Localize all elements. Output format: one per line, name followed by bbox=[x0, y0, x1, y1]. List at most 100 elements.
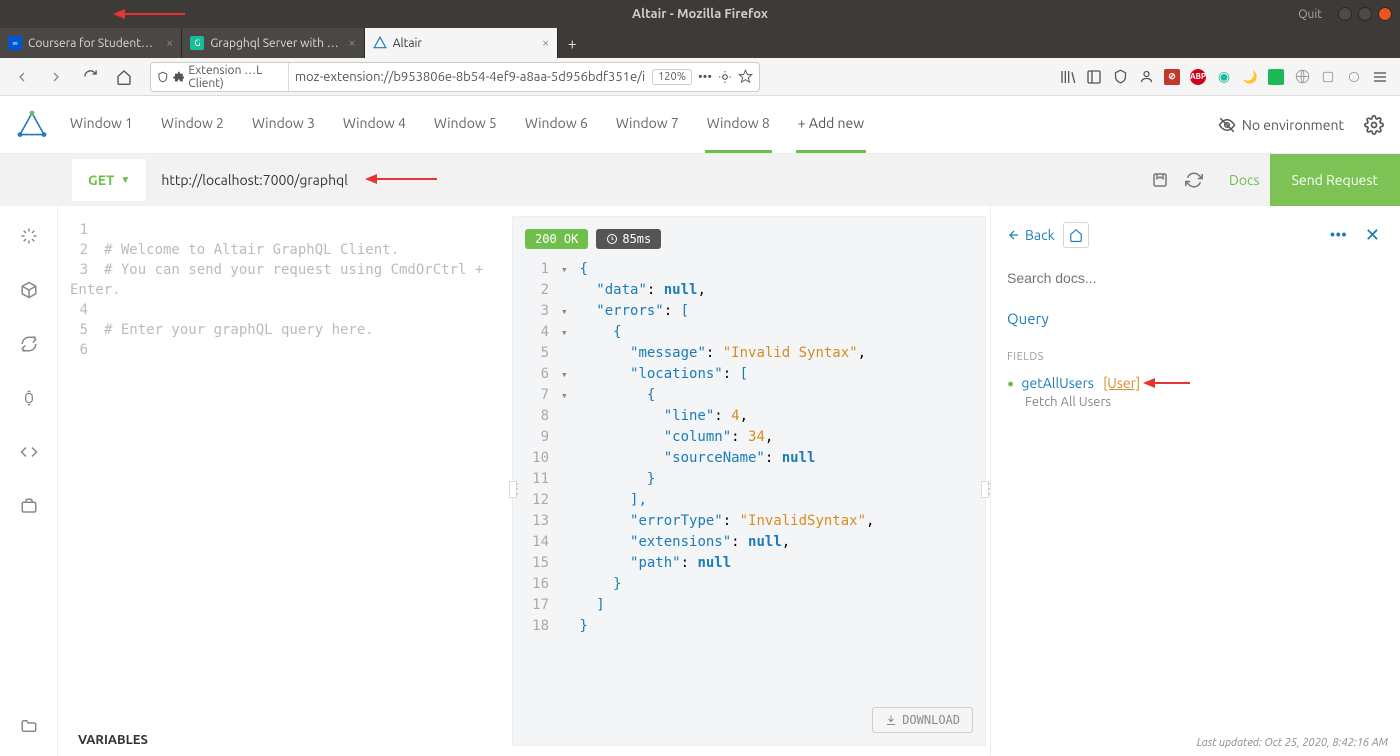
extension-icon bbox=[173, 70, 185, 84]
back-button[interactable] bbox=[8, 63, 36, 91]
home-button[interactable] bbox=[110, 63, 138, 91]
request-bar: GET ▼ http://localhost:7000/graphql Docs… bbox=[0, 154, 1400, 206]
favicon-coursera: ∞ bbox=[8, 36, 22, 50]
privacy-shield-icon[interactable] bbox=[1112, 69, 1128, 85]
darkmode-icon[interactable]: 🌙 bbox=[1242, 69, 1258, 85]
grammarly-icon[interactable]: ◉ bbox=[1216, 69, 1232, 85]
window-tab-1[interactable]: Window 1 bbox=[68, 96, 135, 153]
browser-tab-graphql-server[interactable]: G Grapghql Server with spr × bbox=[182, 28, 364, 58]
docs-root-query[interactable]: Query bbox=[1007, 310, 1384, 327]
arrow-left-icon bbox=[1007, 228, 1021, 242]
docs-panel: Back ••• ✕ Query FIELDS • getAllUsers [U… bbox=[990, 206, 1400, 756]
http-method-selector[interactable]: GET ▼ bbox=[72, 159, 147, 201]
tab-close-icon[interactable]: × bbox=[542, 36, 549, 50]
add-window-button[interactable]: + Add new bbox=[796, 96, 866, 153]
favicon-medium: G bbox=[190, 36, 204, 50]
browser-tab-bar: ∞ Coursera for Students | C × G Grapghql… bbox=[0, 28, 1400, 58]
altair-window-bar: Window 1 Window 2 Window 3 Window 4 Wind… bbox=[0, 96, 1400, 154]
docs-back-button[interactable]: Back bbox=[1007, 227, 1055, 243]
window-tab-2[interactable]: Window 2 bbox=[159, 96, 226, 153]
timing-badge: 85ms bbox=[596, 229, 661, 249]
docs-field-description: Fetch All Users bbox=[1025, 395, 1384, 409]
clock-icon bbox=[606, 233, 618, 245]
reload-schema-button[interactable] bbox=[1185, 171, 1203, 189]
zoom-indicator[interactable]: 120% bbox=[652, 69, 692, 85]
globe-icon[interactable] bbox=[1294, 69, 1310, 85]
briefcase-icon[interactable] bbox=[15, 492, 43, 520]
tab-close-icon[interactable]: × bbox=[348, 36, 355, 50]
download-button[interactable]: DOWNLOAD bbox=[872, 707, 973, 733]
window-tab-6[interactable]: Window 6 bbox=[523, 96, 590, 153]
docs-home-button[interactable] bbox=[1063, 222, 1089, 248]
sidebar-icon[interactable] bbox=[1086, 69, 1102, 85]
download-icon bbox=[885, 714, 897, 726]
variables-bar[interactable]: VARIABLES bbox=[58, 724, 168, 756]
chevron-down-icon: ▼ bbox=[120, 174, 130, 186]
response-panel: ⋮ ⋮ 200 OK 85ms 1▾ { 2 "data": null, 3▾ … bbox=[512, 216, 986, 746]
resize-handle-right[interactable]: ⋮ bbox=[981, 481, 989, 498]
spinner-icon[interactable] bbox=[15, 222, 43, 250]
account-icon[interactable] bbox=[1138, 69, 1154, 85]
window-tab-3[interactable]: Window 3 bbox=[250, 96, 317, 153]
ext-icon-1[interactable] bbox=[1320, 69, 1336, 85]
bullet-icon: • bbox=[1007, 372, 1014, 395]
editor-area: 1 2# Welcome to Altair GraphQL Client. 3… bbox=[58, 206, 1400, 756]
left-icon-rail bbox=[0, 206, 58, 756]
home-icon bbox=[1069, 228, 1083, 242]
refresh-icon[interactable] bbox=[15, 330, 43, 358]
gear-icon bbox=[1364, 115, 1384, 135]
window-tab-8[interactable]: Window 8 bbox=[705, 96, 772, 153]
resize-handle-left[interactable]: ⋮ bbox=[509, 481, 517, 498]
reload-button[interactable] bbox=[76, 63, 104, 91]
close-button[interactable] bbox=[1378, 7, 1392, 21]
docs-more-button[interactable]: ••• bbox=[1324, 226, 1353, 244]
settings-button[interactable] bbox=[1364, 115, 1384, 135]
watch-icon[interactable] bbox=[15, 384, 43, 412]
library-icon[interactable] bbox=[1060, 69, 1076, 85]
url-text: moz-extension://b953806e-8b54-4ef9-a8aa-… bbox=[289, 70, 646, 84]
window-tab-4[interactable]: Window 4 bbox=[341, 96, 408, 153]
browser-toolbar: Extension …L Client) moz-extension://b95… bbox=[0, 58, 1400, 96]
page-actions-icon[interactable]: ••• bbox=[698, 70, 712, 84]
docs-field-getallusers[interactable]: • getAllUsers [User] bbox=[1007, 375, 1384, 391]
folder-icon[interactable] bbox=[15, 712, 43, 740]
docs-close-button[interactable]: ✕ bbox=[1361, 225, 1384, 246]
abp-icon[interactable]: ABP bbox=[1190, 69, 1206, 85]
docs-button[interactable]: Docs bbox=[1219, 172, 1270, 188]
environment-selector[interactable]: No environment bbox=[1218, 116, 1344, 134]
main-content: 1 2# Welcome to Altair GraphQL Client. 3… bbox=[0, 206, 1400, 756]
window-tab-7[interactable]: Window 7 bbox=[614, 96, 681, 153]
endpoint-url-input[interactable]: http://localhost:7000/graphql bbox=[147, 159, 1139, 201]
browser-tab-coursera[interactable]: ∞ Coursera for Students | C × bbox=[0, 28, 182, 58]
send-request-button[interactable]: Send Request bbox=[1270, 154, 1400, 206]
cube-icon[interactable] bbox=[15, 276, 43, 304]
browser-tab-altair[interactable]: Altair × bbox=[365, 28, 559, 58]
maximize-button[interactable] bbox=[1358, 7, 1372, 21]
save-collection-button[interactable] bbox=[1151, 171, 1169, 189]
new-tab-button[interactable]: + bbox=[558, 30, 586, 58]
window-tab-5[interactable]: Window 5 bbox=[432, 96, 499, 153]
ext-icon-2[interactable] bbox=[1346, 69, 1362, 85]
eye-off-icon bbox=[1218, 116, 1236, 134]
quit-label[interactable]: Quit bbox=[1288, 8, 1332, 21]
reader-icon[interactable] bbox=[718, 70, 732, 84]
forward-button[interactable] bbox=[42, 63, 70, 91]
docs-search-input[interactable] bbox=[1007, 262, 1384, 294]
bookmark-star-icon[interactable] bbox=[738, 69, 753, 84]
noscript-icon[interactable]: ⊘ bbox=[1164, 69, 1180, 85]
query-editor[interactable]: 1 2# Welcome to Altair GraphQL Client. 3… bbox=[58, 206, 508, 756]
spotify-icon[interactable] bbox=[1268, 69, 1284, 85]
shield-icon bbox=[157, 70, 169, 84]
response-json[interactable]: 1▾ { 2 "data": null, 3▾ "errors": [ 4▾ {… bbox=[525, 259, 973, 637]
status-badge: 200 OK bbox=[525, 229, 588, 249]
altair-logo bbox=[16, 109, 48, 141]
toolbar-right: ⊘ ABP ◉ 🌙 bbox=[1060, 69, 1392, 85]
os-titlebar: Altair - Mozilla Firefox Quit bbox=[0, 0, 1400, 28]
site-identity[interactable]: Extension …L Client) bbox=[151, 63, 289, 91]
menu-icon[interactable] bbox=[1372, 69, 1388, 85]
minimize-button[interactable] bbox=[1338, 7, 1352, 21]
tab-close-icon[interactable]: × bbox=[166, 36, 173, 50]
code-icon[interactable] bbox=[15, 438, 43, 466]
window-title: Altair - Mozilla Firefox bbox=[632, 7, 768, 21]
address-bar[interactable]: Extension …L Client) moz-extension://b95… bbox=[150, 62, 760, 92]
